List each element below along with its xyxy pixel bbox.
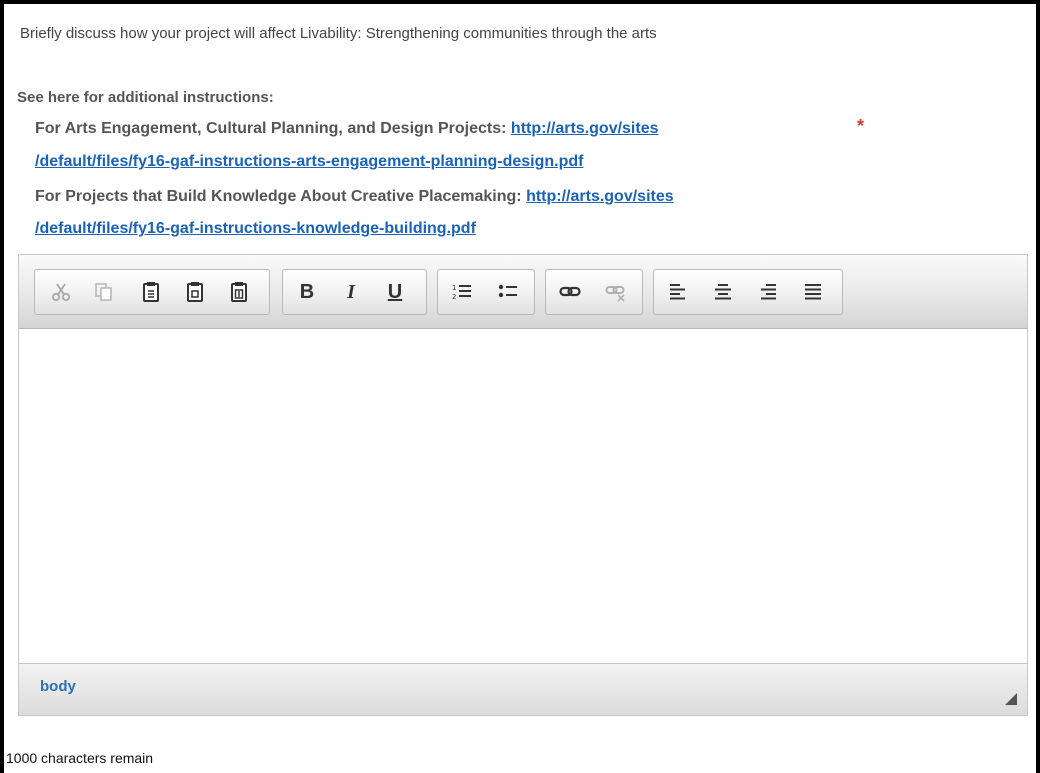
instruction-link-1-cont[interactable]: /default/files/fy16-gaf-instructions-art… xyxy=(35,153,583,170)
instruction-link-2[interactable]: http://arts.gov/sites xyxy=(526,188,674,205)
svg-text:2: 2 xyxy=(452,293,456,301)
instruction-line-4: /default/files/fy16-gaf-instructions-kno… xyxy=(35,220,476,238)
editor-status-bar: body xyxy=(19,663,1027,715)
align-center-icon[interactable] xyxy=(709,278,737,306)
link-group xyxy=(545,269,643,315)
resize-handle-icon[interactable] xyxy=(1005,693,1017,705)
editor-toolbar: B I U 12 xyxy=(19,255,1027,329)
element-path-body[interactable]: body xyxy=(40,678,76,695)
paste-icon[interactable] xyxy=(137,278,165,306)
paste-word-icon[interactable] xyxy=(225,278,253,306)
editor-content-area[interactable] xyxy=(19,329,1027,665)
required-marker: * xyxy=(857,116,865,136)
instruction-line-3: For Projects that Build Knowledge About … xyxy=(35,188,674,206)
svg-text:1: 1 xyxy=(452,284,456,292)
basic-styles-group: B I U xyxy=(282,269,427,315)
instruction-line-1: For Arts Engagement, Cultural Planning, … xyxy=(35,120,659,138)
italic-icon[interactable]: I xyxy=(337,278,365,306)
bold-icon[interactable]: B xyxy=(293,278,321,306)
align-right-icon[interactable] xyxy=(754,278,782,306)
instructions-heading: See here for additional instructions: xyxy=(17,89,274,106)
paste-text-icon[interactable] xyxy=(181,278,209,306)
instruction-link-1[interactable]: http://arts.gov/sites xyxy=(511,120,659,137)
copy-icon[interactable] xyxy=(90,278,118,306)
justify-icon[interactable] xyxy=(799,278,827,306)
instruction-link-2-cont[interactable]: /default/files/fy16-gaf-instructions-kno… xyxy=(35,220,476,237)
cut-icon[interactable] xyxy=(47,278,75,306)
frame-border-right xyxy=(1036,0,1040,773)
instruction-label-1: For Arts Engagement, Cultural Planning, … xyxy=(35,120,507,137)
unlink-icon[interactable] xyxy=(602,278,630,306)
numbered-list-icon[interactable]: 12 xyxy=(448,278,476,306)
question-text: Briefly discuss how your project will af… xyxy=(20,25,657,42)
character-counter: 1000 characters remain xyxy=(6,750,154,766)
bulleted-list-icon[interactable] xyxy=(494,278,522,306)
list-group: 12 xyxy=(437,269,535,315)
underline-icon[interactable]: U xyxy=(381,278,409,306)
instruction-label-2: For Projects that Build Knowledge About … xyxy=(35,188,522,205)
clipboard-group xyxy=(34,269,270,315)
rich-text-editor: B I U 12 body xyxy=(18,254,1028,716)
instruction-line-2: /default/files/fy16-gaf-instructions-art… xyxy=(35,153,583,171)
alignment-group xyxy=(653,269,843,315)
align-left-icon[interactable] xyxy=(664,278,692,306)
link-icon[interactable] xyxy=(556,278,584,306)
